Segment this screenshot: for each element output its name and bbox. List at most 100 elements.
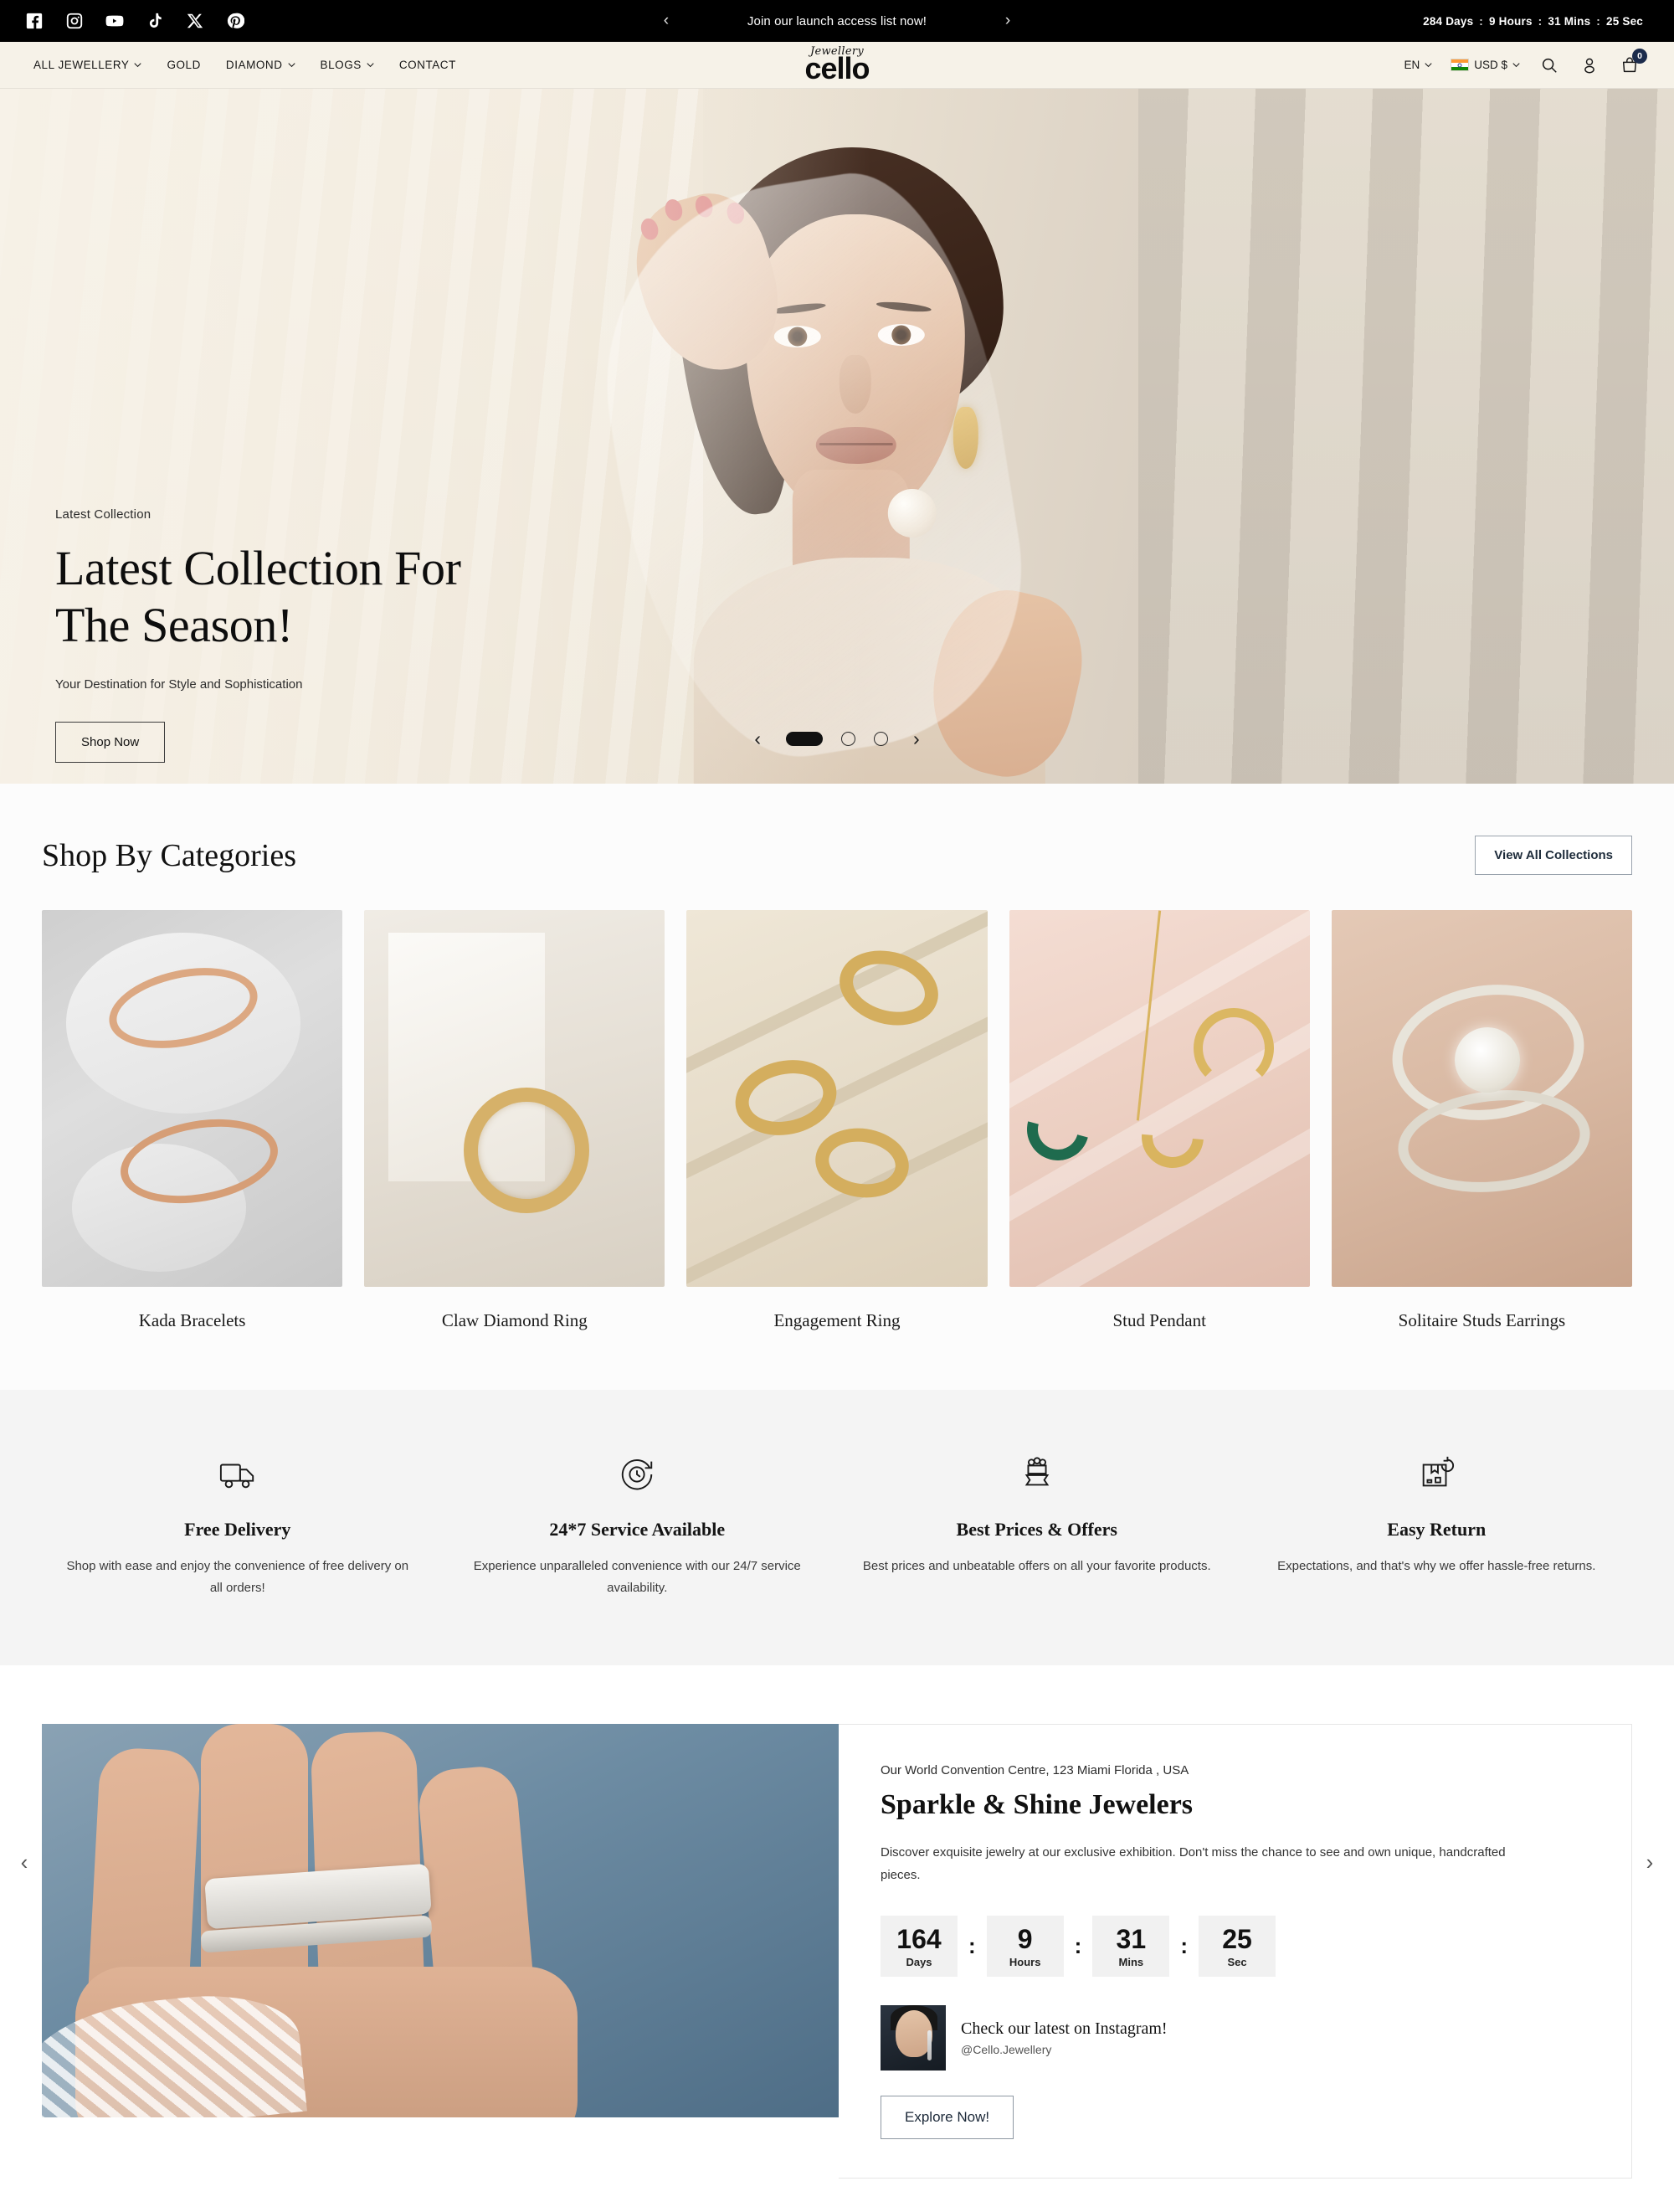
nav-item-all-jewellery[interactable]: ALL JEWELLERY <box>33 59 142 71</box>
instagram-promo[interactable]: Check our latest on Instagram! @Cello.Je… <box>881 2004 1589 2071</box>
category-card-claw-diamond-ring[interactable]: Claw Diamond Ring <box>364 910 665 1331</box>
feature-description: Best prices and unbeatable offers on all… <box>862 1559 1211 1573</box>
chevron-down-icon <box>287 63 295 68</box>
countdown-mins-label: Mins <box>1118 1955 1144 1968</box>
hero-dot-1[interactable] <box>786 732 823 746</box>
categories-next-button[interactable]: › <box>1630 1843 1669 1881</box>
countdown-hours: 9 Hours <box>1489 14 1533 28</box>
nav-item-contact[interactable]: CONTACT <box>399 59 456 71</box>
search-button[interactable] <box>1538 54 1560 76</box>
countdown-days: 284 Days <box>1423 14 1474 28</box>
countdown-separator: : <box>1596 14 1600 28</box>
pinterest-icon[interactable] <box>226 12 244 30</box>
shop-by-categories-section: Shop By Categories View All Collections … <box>0 784 1674 1875</box>
view-all-collections-button[interactable]: View All Collections <box>1475 836 1632 875</box>
categories-prev-button[interactable]: ‹ <box>5 1843 44 1881</box>
category-image <box>686 910 988 1287</box>
nav-label: CONTACT <box>398 59 456 71</box>
countdown-sec: 25 Sec <box>1606 14 1643 28</box>
category-label: Engagement Ring <box>773 1310 901 1330</box>
feature-24-7-service: 24*7 Service Available Experience unpara… <box>442 1448 834 1600</box>
category-image <box>1009 910 1310 1287</box>
category-card-stud-pendant[interactable]: Stud Pendant <box>1009 910 1310 1331</box>
facebook-icon[interactable] <box>25 12 44 30</box>
countdown-hours-value: 9 <box>1017 1924 1033 1954</box>
nav-item-blogs[interactable]: BLOGS <box>321 59 374 71</box>
category-card-kada-bracelets[interactable]: Kada Bracelets <box>42 910 343 1331</box>
category-card-solitaire-studs-earrings[interactable]: Solitaire Studs Earrings <box>1331 910 1633 1331</box>
instagram-title: Check our latest on Instagram! <box>961 2019 1168 2038</box>
countdown-separator: : <box>968 1932 976 1958</box>
category-card-engagement-ring[interactable]: Engagement Ring <box>686 910 988 1331</box>
nav-label: BLOGS <box>320 59 362 71</box>
categories-title: Shop By Categories <box>42 837 296 873</box>
india-flag-icon <box>1451 59 1470 71</box>
feature-title: Best Prices & Offers <box>956 1519 1117 1540</box>
announcement-message: Join our launch access list now! <box>747 13 927 28</box>
hero-prev-button[interactable]: ‹ <box>747 726 768 752</box>
exhibition-description: Discover exquisite jewelry at our exclus… <box>881 1844 1506 1883</box>
user-account-icon <box>1584 58 1594 73</box>
header-actions: EN USD $ 0 <box>1404 48 1647 76</box>
exhibition-section: Our World Convention Centre, 123 Miami F… <box>0 1664 1674 2212</box>
feature-title: Easy Return <box>1387 1519 1487 1540</box>
site-logo[interactable]: Jewellery cello <box>753 45 921 84</box>
features-section: Free Delivery Shop with ease and enjoy t… <box>0 1390 1674 1665</box>
nav-label: ALL JEWELLERY <box>33 59 130 71</box>
hero-dot-3[interactable] <box>874 732 888 746</box>
youtube-icon[interactable] <box>105 12 124 30</box>
countdown-separator: : <box>1180 1932 1189 1958</box>
chevron-down-icon <box>134 63 142 68</box>
language-selector[interactable]: EN <box>1404 59 1432 71</box>
cart-button[interactable]: 0 <box>1619 48 1647 76</box>
countdown-days-value: 164 <box>896 1924 942 1954</box>
nav-item-diamond[interactable]: DIAMOND <box>226 59 295 71</box>
category-label: Kada Bracelets <box>138 1310 246 1330</box>
account-button[interactable] <box>1579 54 1600 76</box>
announcement-next-button[interactable]: › <box>994 7 1022 35</box>
x-twitter-icon[interactable] <box>186 12 204 30</box>
exhibition-image <box>42 1723 839 2117</box>
exhibition-details: Our World Convention Centre, 123 Miami F… <box>839 1723 1632 2179</box>
chevron-down-icon <box>1425 63 1432 68</box>
category-image <box>42 910 343 1287</box>
countdown-separator: : <box>1479 14 1483 28</box>
category-image <box>364 910 665 1287</box>
explore-now-button[interactable]: Explore Now! <box>881 2095 1014 2139</box>
countdown-days-label: Days <box>906 1955 932 1968</box>
nav-item-gold[interactable]: GOLD <box>167 59 200 71</box>
announcement-countdown: 284 Days : 9 Hours : 31 Mins : 25 Sec <box>1417 15 1649 28</box>
feature-title: Free Delivery <box>184 1519 291 1540</box>
exhibition-location: Our World Convention Centre, 123 Miami F… <box>881 1762 1189 1777</box>
instagram-handle: @Cello.Jewellery <box>961 2042 1052 2056</box>
currency-selector[interactable]: USD $ <box>1451 59 1520 71</box>
countdown-hours-label: Hours <box>1009 1955 1041 1968</box>
countdown-box-days: 164 Days <box>881 1916 958 1977</box>
hero-content: Latest Collection Latest Collection For … <box>55 507 641 763</box>
instagram-icon[interactable] <box>65 12 84 30</box>
countdown-sec-value: 25 <box>1222 1924 1252 1954</box>
countdown-separator: : <box>1074 1932 1082 1958</box>
hero-banner: Latest Collection Latest Collection For … <box>0 89 1674 784</box>
hero-title: Latest Collection For The Season! <box>55 540 641 654</box>
logo-script-text: Jewellery <box>810 45 864 59</box>
hero-title-line-1: Latest Collection For <box>55 541 461 595</box>
delivery-truck-icon <box>62 1448 413 1500</box>
search-icon <box>1542 58 1557 73</box>
nav-label: DIAMOND <box>225 59 283 71</box>
hero-dot-2[interactable] <box>841 732 855 746</box>
feature-title: 24*7 Service Available <box>549 1519 726 1540</box>
announcement-prev-button[interactable]: ‹ <box>652 7 680 35</box>
category-label: Solitaire Studs Earrings <box>1398 1310 1566 1330</box>
hero-next-button[interactable]: › <box>906 726 927 752</box>
main-navigation: ALL JEWELLERY GOLD DIAMOND BLOGS CONTACT <box>33 59 456 71</box>
cart-count-badge: 0 <box>1632 48 1647 64</box>
tiktok-icon[interactable] <box>146 12 164 30</box>
feature-easy-return: Easy Return Expectations, and that's why… <box>1241 1448 1633 1600</box>
countdown-sec-label: Sec <box>1227 1955 1247 1968</box>
hero-title-line-2: The Season! <box>55 597 293 652</box>
best-price-badge-icon <box>861 1448 1213 1500</box>
countdown-separator: : <box>1538 14 1543 28</box>
feature-description: Experience unparalleled convenience with… <box>473 1559 801 1596</box>
countdown-box-sec: 25 Sec <box>1199 1916 1276 1977</box>
